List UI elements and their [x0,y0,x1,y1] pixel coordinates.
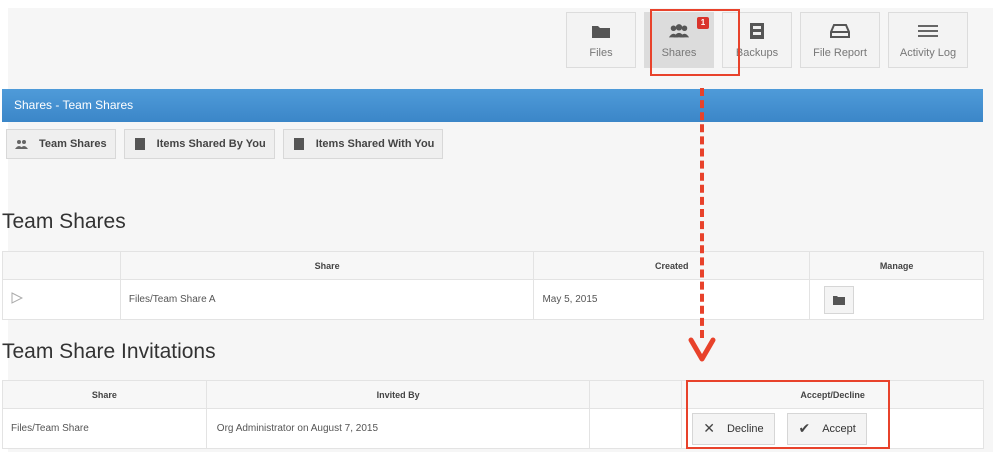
tab-team-shares-label: Team Shares [39,138,107,150]
team-shares-table: Share Created Manage Files/Team Share A … [2,251,984,320]
folder-icon [590,21,612,41]
play-icon[interactable] [11,292,24,304]
files-label: Files [589,47,613,59]
tab-items-shared-by-you[interactable]: Items Shared By You [123,129,275,159]
expand-cell[interactable] [2,279,121,320]
column-header-empty [589,380,683,409]
drive-icon [829,21,851,41]
file-icon [133,138,147,150]
team-shares-title: Team Shares [2,210,126,233]
column-header-expand [2,251,121,280]
shares-highlight-box [650,9,740,76]
users-icon [15,138,29,150]
accept-decline-highlight-box [686,380,890,449]
tab-items-shared-with-you-label: Items Shared With You [315,138,435,150]
tab-items-shared-by-you-label: Items Shared By You [156,138,266,150]
list-icon [917,21,939,41]
column-header-created: Created [533,251,811,280]
column-header-manage: Manage [809,251,984,280]
column-header-share: Share [119,251,535,280]
table-header-row: Share Created Manage [2,251,984,280]
backups-label: Backups [735,47,779,59]
column-header-share: Share [2,380,207,409]
file-icon [292,138,306,150]
share-name: Files/Team Share A [119,279,535,320]
activity-log-button[interactable]: Activity Log [888,12,968,68]
activity-log-label: Activity Log [899,47,957,59]
created-date: May 5, 2015 [533,279,811,320]
tab-items-shared-with-you[interactable]: Items Shared With You [282,129,444,159]
file-report-button[interactable]: File Report [800,12,880,68]
files-button[interactable]: Files [566,12,636,68]
empty-cell [589,408,683,449]
share-name: Files/Team Share [2,408,207,449]
column-header-invited-by: Invited By [205,380,591,409]
tab-team-shares[interactable]: Team Shares [6,129,116,159]
dashed-annotation-line [700,88,704,338]
subtabs: Team Shares Items Shared By You Items Sh… [6,129,444,159]
manage-cell [809,279,984,320]
arrow-down-icon [688,337,716,362]
top-toolbar: Files 1 Shares Backups File Report Activ… [566,12,968,68]
archive-icon [746,21,768,41]
invitations-title: Team Share Invitations [2,340,216,363]
manage-button[interactable] [824,285,855,314]
invited-by: Org Administrator on August 7, 2015 [205,408,591,449]
file-report-label: File Report [813,47,867,59]
folder-icon [833,295,846,305]
table-row: Files/Team Share A May 5, 2015 [2,279,984,320]
header-bar: Shares - Team Shares [2,89,983,122]
